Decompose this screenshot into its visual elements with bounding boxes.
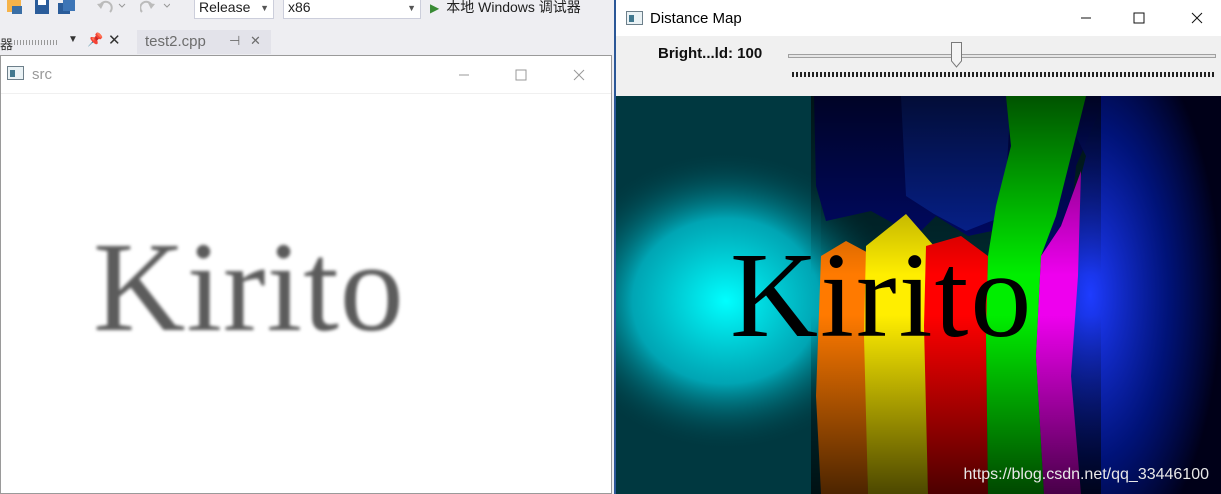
start-debugging-label: 本地 Windows 调试器 <box>446 0 581 15</box>
panel-menu-icon[interactable]: ▼ <box>68 34 78 45</box>
trackbar-row: Bright...ld: 100 <box>616 36 1221 96</box>
src-image: Kirito <box>1 95 611 493</box>
src-titlebar[interactable]: src <box>1 56 611 94</box>
tool-panel-header: 器 ▼ 📌 ✕ <box>0 30 130 54</box>
trackbar-ticks <box>792 72 1214 77</box>
watermark: https://blog.csdn.net/qq_33446100 <box>963 466 1209 483</box>
close-button[interactable] <box>556 56 602 94</box>
platform-value: x86 <box>288 0 311 15</box>
solution-config-combo[interactable]: Release ▼ <box>194 0 274 19</box>
pin-icon[interactable]: ⊣ <box>229 33 240 49</box>
close-icon <box>1191 12 1203 24</box>
src-window: src Kirito <box>0 55 612 494</box>
trackbar-thumb[interactable] <box>950 42 962 68</box>
src-title: src <box>32 66 52 83</box>
distance-map-window: Distance Map Bright...ld: 100 Kirito htt… <box>614 0 1221 494</box>
start-debugging-button[interactable]: ▶ 本地 Windows 调试器 <box>430 0 581 19</box>
distance-map-canvas: Kirito <box>616 96 1221 494</box>
close-button[interactable] <box>1174 0 1220 36</box>
platform-combo[interactable]: x86 ▼ <box>283 0 421 19</box>
chevron-down-icon: ▼ <box>260 3 269 13</box>
close-icon <box>573 69 585 81</box>
undo-icon[interactable] <box>96 0 126 16</box>
minimize-icon <box>459 74 469 76</box>
close-icon[interactable]: ✕ <box>108 31 121 49</box>
maximize-icon <box>1133 12 1145 24</box>
minimize-icon <box>1081 17 1091 19</box>
panel-grip[interactable] <box>14 40 58 45</box>
chevron-down-icon: ▼ <box>407 3 416 13</box>
distance-map-image: Kirito https://blog.csdn.net/qq_33446100 <box>616 96 1221 494</box>
maximize-icon <box>515 69 527 81</box>
distance-map-title: Distance Map <box>650 10 742 27</box>
minimize-button[interactable] <box>441 56 487 94</box>
src-image-text: Kirito <box>93 216 405 358</box>
tab-test2-cpp[interactable]: test2.cpp ⊣ ✕ <box>137 30 271 54</box>
save-all-icon[interactable] <box>58 0 76 16</box>
app-window-icon <box>626 11 643 25</box>
save-icon[interactable] <box>34 0 52 16</box>
close-icon[interactable]: ✕ <box>250 33 261 49</box>
play-icon: ▶ <box>430 1 440 15</box>
pin-icon[interactable]: 📌 <box>87 32 103 48</box>
distance-map-titlebar[interactable]: Distance Map <box>616 0 1221 36</box>
redo-icon[interactable] <box>140 0 170 16</box>
solution-config-value: Release <box>199 0 251 15</box>
maximize-button[interactable] <box>498 56 544 94</box>
maximize-button[interactable] <box>1116 0 1162 36</box>
trackbar-label: Bright...ld: 100 <box>658 45 763 62</box>
app-window-icon <box>7 66 24 80</box>
vs-tab-strip: 器 ▼ 📌 ✕ test2.cpp ⊣ ✕ <box>0 30 620 54</box>
vs-toolbar: Release ▼ x86 ▼ ▶ 本地 Windows 调试器 <box>0 0 620 28</box>
minimize-button[interactable] <box>1063 0 1109 36</box>
trackbar-groove[interactable] <box>788 54 1216 58</box>
solution-explorer-icon[interactable] <box>6 0 24 16</box>
tab-label: test2.cpp <box>145 33 206 50</box>
distance-map-text: Kirito <box>730 228 1033 363</box>
tool-panel-label: 器 <box>0 37 14 52</box>
